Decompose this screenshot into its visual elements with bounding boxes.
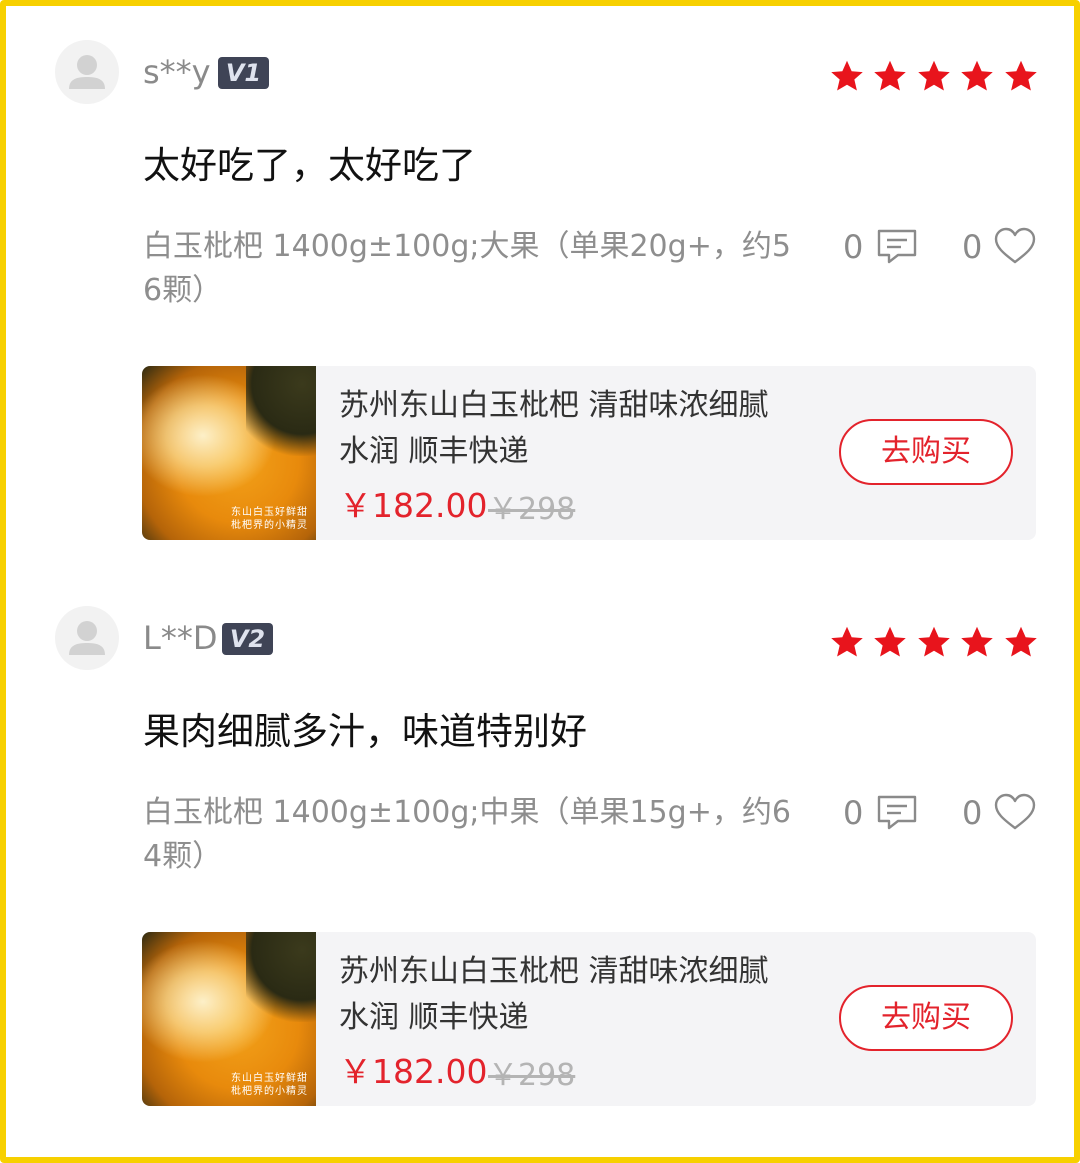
thumbnail-caption: 东山白玉好鲜甜 枇杷界的小精灵 [231, 507, 308, 531]
avatar[interactable] [55, 606, 119, 670]
product-card[interactable]: 东山白玉好鲜甜 枇杷界的小精灵 苏州东山白玉枇杷 清甜味浓细腻水润 顺丰快递 ￥… [142, 932, 1036, 1106]
level-badge: V2 [222, 623, 273, 655]
comment-icon[interactable] [876, 794, 918, 832]
star-icon [918, 626, 950, 657]
rating-stars [829, 58, 1039, 98]
user-silhouette-icon [69, 621, 105, 655]
star-icon [831, 626, 863, 657]
star-icon [918, 60, 950, 91]
star-icon [831, 60, 863, 91]
review-list: s**y V1 太好吃了，太好吃了 白玉枇杷 1400g±100g;大果（单果2… [0, 0, 1080, 1163]
star-icon [874, 60, 906, 91]
rating-stars [829, 624, 1039, 664]
heart-outline-icon[interactable] [994, 793, 1036, 831]
username: s**y [143, 53, 211, 91]
review-text: 太好吃了，太好吃了 [143, 144, 476, 187]
level-badge: V1 [218, 57, 269, 89]
reply-count: 0 [843, 794, 864, 832]
like-count: 0 [962, 228, 983, 266]
buy-button[interactable]: 去购买 [839, 985, 1013, 1051]
avatar[interactable] [55, 40, 119, 104]
star-icon [1005, 626, 1037, 657]
product-price: ￥182.00 [339, 486, 488, 525]
heart-outline-icon[interactable] [994, 227, 1036, 265]
review-item: L**D V2 果肉细腻多汁，味道特别好 白玉枇杷 1400g±100g;中果（… [6, 572, 1080, 1138]
original-price: ￥298 [488, 1058, 576, 1093]
product-title[interactable]: 苏州东山白玉枇杷 清甜味浓细腻水润 顺丰快递 [339, 383, 779, 475]
star-icon [961, 626, 993, 657]
star-icon [1005, 60, 1037, 91]
review-item: s**y V1 太好吃了，太好吃了 白玉枇杷 1400g±100g;大果（单果2… [6, 6, 1080, 572]
product-spec: 白玉枇杷 1400g±100g;大果（单果20g+，约56颗） [143, 229, 791, 308]
product-price: ￥182.00 [339, 1052, 488, 1091]
product-thumbnail[interactable]: 东山白玉好鲜甜 枇杷界的小精灵 [142, 366, 316, 540]
buy-button[interactable]: 去购买 [839, 419, 1013, 485]
original-price: ￥298 [488, 492, 576, 527]
user-silhouette-icon [69, 55, 105, 89]
review-text: 果肉细腻多汁，味道特别好 [143, 710, 587, 753]
product-spec: 白玉枇杷 1400g±100g;中果（单果15g+，约64颗） [143, 795, 791, 874]
like-count: 0 [962, 794, 983, 832]
star-icon [874, 626, 906, 657]
comment-icon[interactable] [876, 228, 918, 266]
star-icon [961, 60, 993, 91]
thumbnail-caption: 东山白玉好鲜甜 枇杷界的小精灵 [231, 1073, 308, 1097]
product-card[interactable]: 东山白玉好鲜甜 枇杷界的小精灵 苏州东山白玉枇杷 清甜味浓细腻水润 顺丰快递 ￥… [142, 366, 1036, 540]
username: L**D [143, 619, 218, 657]
reply-count: 0 [843, 228, 864, 266]
product-title[interactable]: 苏州东山白玉枇杷 清甜味浓细腻水润 顺丰快递 [339, 949, 779, 1041]
product-thumbnail[interactable]: 东山白玉好鲜甜 枇杷界的小精灵 [142, 932, 316, 1106]
